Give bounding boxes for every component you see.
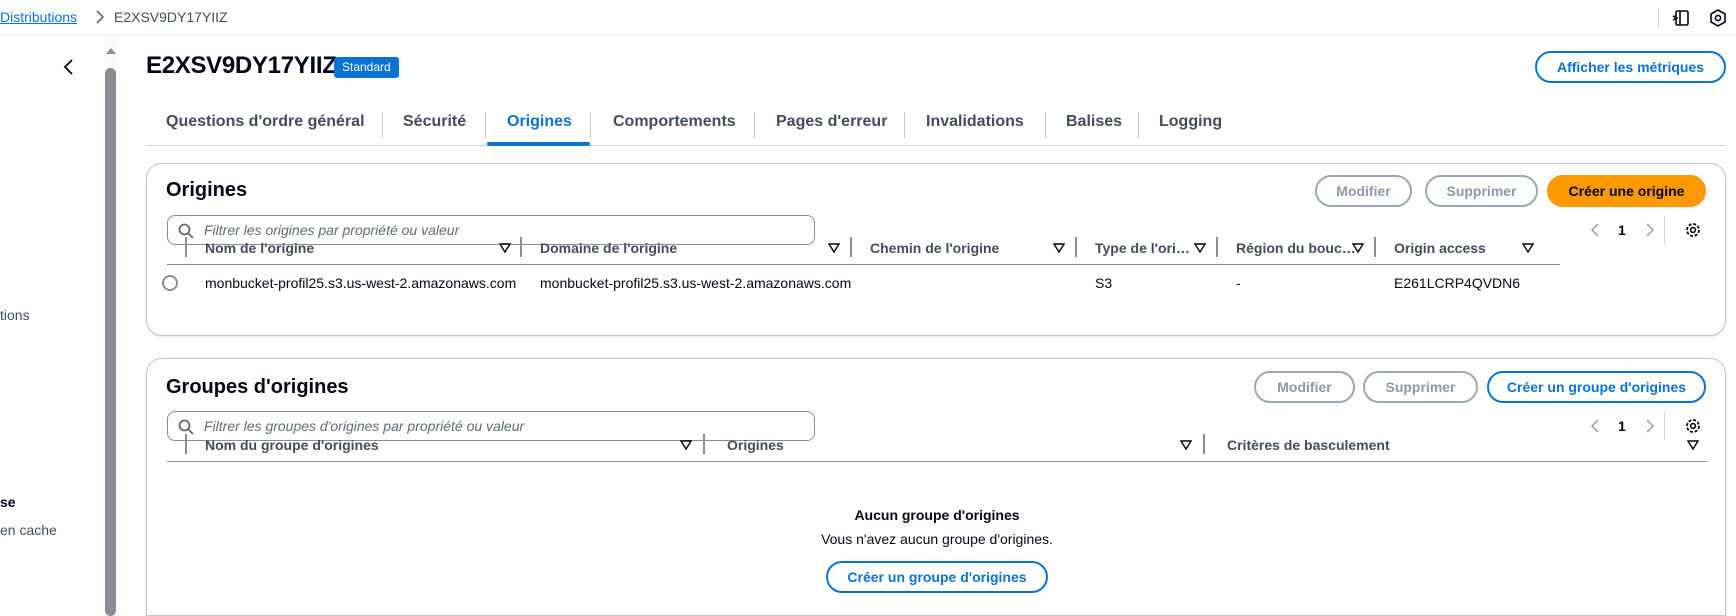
empty-state-create-origin-group-button[interactable]: Créer un groupe d'origines <box>826 561 1048 593</box>
view-metrics-button[interactable]: Afficher les métriques <box>1535 51 1726 83</box>
pagination-page[interactable]: 1 <box>1618 418 1626 434</box>
tab-separator <box>904 112 905 138</box>
column-header-origin-group-name[interactable]: Nom du groupe d'origines <box>205 437 379 453</box>
cell-origin-type: S3 <box>1095 275 1113 291</box>
column-separator <box>850 237 852 257</box>
origin-groups-filter-input[interactable] <box>204 412 804 440</box>
status-badge: Standard <box>334 57 399 78</box>
nav-item-fragment[interactable]: en cache <box>0 522 57 538</box>
nav-section-fragment: se <box>0 494 16 510</box>
column-header-origin-domain[interactable]: Domaine de l'origine <box>540 240 677 256</box>
pagination-prev-icon[interactable] <box>1589 418 1601 434</box>
tab-behaviors[interactable]: Comportements <box>613 104 736 146</box>
tab-error-pages[interactable]: Pages d'erreur <box>776 104 887 146</box>
top-divider <box>1658 8 1659 28</box>
column-header-origin-name[interactable]: Nom de l'origine <box>205 240 314 256</box>
table-header-divider <box>167 461 1707 462</box>
cell-origin-domain: monbucket-profil25.s3.us-west-2.amazonaw… <box>540 275 852 291</box>
tab-separator <box>485 112 486 138</box>
delete-origin-group-button[interactable]: Supprimer <box>1363 371 1478 403</box>
sort-icon[interactable] <box>680 439 692 451</box>
edit-origin-button[interactable]: Modifier <box>1315 175 1412 207</box>
pagination-separator <box>1664 216 1665 244</box>
pagination-prev-icon[interactable] <box>1589 222 1601 238</box>
create-origin-group-button[interactable]: Créer un groupe d'origines <box>1487 371 1706 403</box>
origin-groups-title: Groupes d'origines <box>166 376 349 398</box>
pagination-next-icon[interactable] <box>1644 222 1656 238</box>
tab-separator <box>1138 112 1139 138</box>
chevron-left-icon[interactable] <box>60 58 78 76</box>
column-separator <box>1374 237 1376 257</box>
column-header-origins[interactable]: Origines <box>727 437 784 453</box>
table-header-divider <box>167 264 1560 265</box>
settings-hex-icon[interactable] <box>1708 8 1728 28</box>
empty-state-text: Vous n'avez aucun groupe d'origines. <box>821 531 1053 547</box>
column-separator <box>185 434 187 454</box>
breadcrumb-current: E2XSV9DY17YIIZ <box>114 9 228 25</box>
scrollbar[interactable] <box>104 36 117 616</box>
gear-icon[interactable] <box>1684 221 1702 239</box>
empty-state-title: Aucun groupe d'origines <box>854 507 1020 523</box>
cell-origin-name: monbucket-profil25.s3.us-west-2.amazonaw… <box>205 275 517 291</box>
gear-icon[interactable] <box>1684 417 1702 435</box>
notes-icon[interactable] <box>1672 8 1692 28</box>
scrollbar-thumb[interactable] <box>105 68 116 616</box>
top-bar: Distributions E2XSV9DY17YIIZ <box>0 0 1736 36</box>
origins-panel: Origines Modifier Supprimer Créer une or… <box>146 163 1726 336</box>
column-header-failover-criteria[interactable]: Critères de basculement <box>1227 437 1390 453</box>
column-header-origin-access[interactable]: Origin access <box>1394 240 1486 256</box>
column-separator <box>1216 237 1218 257</box>
column-header-bucket-region[interactable]: Région du bouc… <box>1236 240 1356 256</box>
breadcrumb-distributions-link[interactable]: Distributions <box>0 9 77 25</box>
origins-title: Origines <box>166 179 248 201</box>
tab-active-indicator <box>487 142 590 146</box>
pagination-separator <box>1664 412 1665 440</box>
origin-groups-panel: Groupes d'origines Modifier Supprimer Cr… <box>146 358 1726 616</box>
nav-item-fragment[interactable]: tions <box>0 307 30 323</box>
tab-separator <box>590 112 591 138</box>
side-navigation: tions se en cache <box>0 36 104 616</box>
column-header-origin-path[interactable]: Chemin de l'origine <box>870 240 999 256</box>
row-select-radio[interactable] <box>162 275 178 291</box>
tab-general[interactable]: Questions d'ordre général <box>166 104 365 146</box>
cell-bucket-region: - <box>1236 275 1241 291</box>
page-title: E2XSV9DY17YIIZ <box>146 52 337 79</box>
sort-icon[interactable] <box>1194 242 1206 254</box>
tab-separator <box>382 112 383 138</box>
search-icon <box>178 419 194 435</box>
scroll-up-arrow-icon[interactable] <box>106 48 116 54</box>
sort-icon[interactable] <box>828 242 840 254</box>
create-origin-button[interactable]: Créer une origine <box>1547 175 1706 207</box>
edit-origin-group-button[interactable]: Modifier <box>1254 371 1355 403</box>
sort-icon[interactable] <box>1522 242 1534 254</box>
sort-icon[interactable] <box>1352 242 1364 254</box>
column-separator <box>185 237 187 257</box>
tab-invalidations[interactable]: Invalidations <box>926 104 1024 146</box>
column-header-origin-type[interactable]: Type de l'ori… <box>1095 240 1190 256</box>
tab-separator <box>754 112 755 138</box>
tab-tags[interactable]: Balises <box>1066 104 1122 146</box>
sort-icon[interactable] <box>499 242 511 254</box>
tab-logging[interactable]: Logging <box>1159 104 1222 146</box>
column-separator <box>703 434 705 454</box>
chevron-right-icon <box>96 10 105 24</box>
column-separator <box>1203 434 1205 454</box>
sort-icon[interactable] <box>1053 242 1065 254</box>
pagination-next-icon[interactable] <box>1644 418 1656 434</box>
sort-icon[interactable] <box>1687 439 1699 451</box>
cell-origin-access: E261LCRP4QVDN6 <box>1394 275 1521 291</box>
pagination-page[interactable]: 1 <box>1618 222 1626 238</box>
tab-security[interactable]: Sécurité <box>403 104 466 146</box>
tab-origins[interactable]: Origines <box>507 104 572 146</box>
delete-origin-button[interactable]: Supprimer <box>1425 175 1538 207</box>
column-separator <box>520 237 522 257</box>
sort-icon[interactable] <box>1180 439 1192 451</box>
column-separator <box>1075 237 1077 257</box>
tab-separator <box>1045 112 1046 138</box>
tab-bar: Questions d'ordre général Sécurité Origi… <box>146 104 1726 146</box>
